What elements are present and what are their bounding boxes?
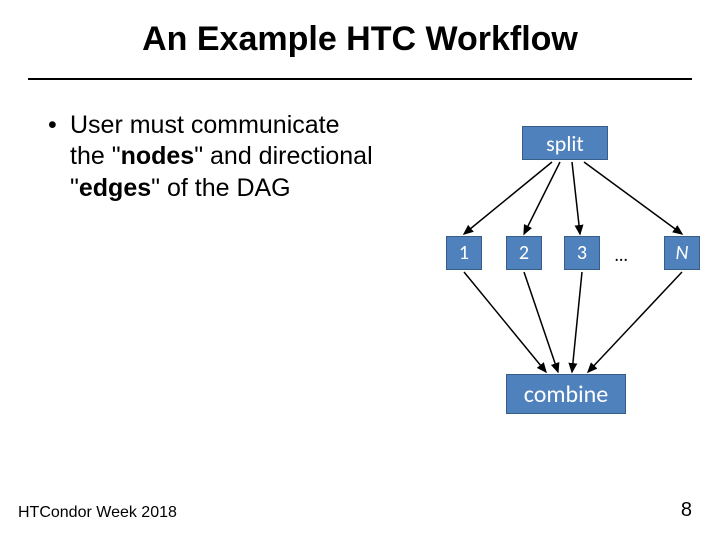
- slide-number: 8: [681, 499, 692, 522]
- node-2: 2: [506, 236, 542, 270]
- footer-text: HTCondor Week 2018: [18, 504, 177, 522]
- bullet-bold-edges: edges: [79, 174, 151, 202]
- bullet-text-post: " of the DAG: [151, 174, 291, 202]
- bullet-bold-nodes: nodes: [121, 142, 195, 170]
- slide-title: An Example HTC Workflow: [0, 20, 720, 59]
- bullet-item: User must communicate the "nodes" and di…: [48, 110, 378, 204]
- node-split: split: [522, 126, 608, 160]
- node-n: N: [664, 236, 700, 270]
- slide: An Example HTC Workflow User must commun…: [0, 0, 720, 540]
- dag-diagram: split 1 2 3 … N combine: [420, 110, 710, 430]
- node-combine: combine: [506, 374, 626, 414]
- title-rule: [28, 78, 692, 80]
- node-1: 1: [446, 236, 482, 270]
- node-ellipsis: …: [615, 244, 627, 266]
- bullet-list: User must communicate the "nodes" and di…: [48, 110, 378, 204]
- node-3: 3: [564, 236, 600, 270]
